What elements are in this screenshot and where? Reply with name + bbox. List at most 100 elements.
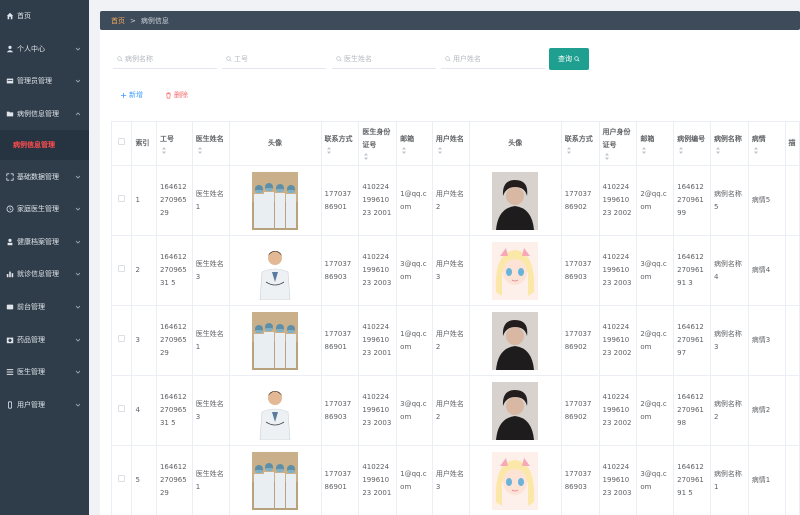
sort-icon[interactable] <box>640 146 648 155</box>
cell-job-no: 16461227096529 <box>155 305 193 376</box>
cell-user-email: 3@qq.com <box>636 445 675 515</box>
query-button[interactable]: 查询 <box>549 48 589 70</box>
cell-user-avatar[interactable] <box>468 235 562 306</box>
sidebar-item-family-doctor[interactable]: 家庭医生管理 <box>0 193 89 226</box>
doctors-group-photo <box>252 171 299 230</box>
col-doctor-name[interactable]: 医生姓名 <box>191 121 230 166</box>
sort-icon[interactable] <box>603 152 611 161</box>
breadcrumb-current: 病例信息 <box>140 16 169 25</box>
user-photo <box>492 241 539 300</box>
sort-icon[interactable] <box>160 146 168 155</box>
case-name-input[interactable] <box>125 55 215 63</box>
sidebar-item-admin[interactable]: 管理员管理 <box>0 65 89 98</box>
sidebar-item-label: 个人中心 <box>17 44 45 53</box>
cell-user-name: 用户姓名3 <box>431 235 470 306</box>
sidebar-item-user[interactable]: 用户管理 <box>0 389 89 422</box>
cell-doctor-email: 1@qq.com <box>396 165 433 236</box>
cell-user-avatar[interactable] <box>468 165 562 236</box>
cell-doctor-avatar[interactable] <box>228 375 322 446</box>
sort-icon[interactable] <box>565 146 573 155</box>
user-name-input[interactable] <box>453 55 543 63</box>
checkbox[interactable] <box>118 405 126 412</box>
cell-doctor-avatar[interactable] <box>228 235 322 306</box>
chevron-down-icon <box>75 78 81 84</box>
col-case-name[interactable]: 病例名称 <box>709 121 749 166</box>
col-user-phone[interactable]: 联系方式 <box>560 121 600 166</box>
sort-icon[interactable] <box>362 152 370 161</box>
sidebar: 首页 个人中心 管理员管理 病例信息管理 病例信息管理 基础数据管理 家庭医生管… <box>0 0 89 515</box>
delete-button[interactable]: 删除 <box>165 90 188 100</box>
clock-icon <box>5 205 14 214</box>
col-user-name[interactable]: 用户姓名 <box>431 121 470 166</box>
col-user-id[interactable]: 用户身份证号 <box>598 121 638 166</box>
doctor-photo <box>252 241 299 300</box>
checkbox[interactable] <box>118 265 126 272</box>
sort-icon[interactable] <box>400 146 408 155</box>
cell-user-email: 2@qq.com <box>636 375 675 446</box>
chevron-down-icon <box>75 239 81 245</box>
row-select[interactable] <box>111 165 133 236</box>
cell-user-phone: 17703786903 <box>560 235 600 306</box>
sidebar-item-doctor[interactable]: 医生管理 <box>0 356 89 389</box>
cell-user-avatar[interactable] <box>468 375 562 446</box>
col-doctor-email[interactable]: 邮箱 <box>396 121 433 166</box>
chevron-up-icon <box>75 111 81 117</box>
row-select[interactable] <box>111 305 133 376</box>
sidebar-item-home[interactable]: 首页 <box>0 0 89 33</box>
sidebar-item-health-record[interactable]: 健康档案管理 <box>0 226 89 259</box>
sidebar-item-medicine[interactable]: 药品管理 <box>0 323 89 356</box>
cell-user-id: 41022419961023 2002 <box>598 165 638 236</box>
sidebar-item-front-desk[interactable]: 前台管理 <box>0 291 89 324</box>
cell-user-avatar[interactable] <box>468 445 562 515</box>
chevron-down-icon <box>75 174 81 180</box>
cell-index: 2 <box>131 235 157 306</box>
sort-icon[interactable] <box>196 146 204 155</box>
doctor-name-input[interactable] <box>344 55 434 63</box>
sidebar-item-case-info[interactable]: 病例信息管理 <box>0 98 89 131</box>
col-doctor-phone[interactable]: 联系方式 <box>320 121 360 166</box>
col-doctor-id[interactable]: 医生身份证号 <box>358 121 398 166</box>
trash-icon <box>166 92 171 98</box>
cell-doctor-avatar[interactable] <box>228 445 322 515</box>
row-select[interactable] <box>111 375 133 446</box>
job-no-input[interactable] <box>234 55 324 63</box>
sidebar-item-label: 基础数据管理 <box>17 172 59 181</box>
col-label: 用户身份证号 <box>602 128 631 149</box>
col-case-no[interactable]: 病例编号 <box>673 121 711 166</box>
sort-icon[interactable] <box>752 146 760 155</box>
sidebar-subitem-case-info[interactable]: 病例信息管理 <box>0 130 89 161</box>
cell-doctor-phone: 17703786901 <box>320 445 360 515</box>
sort-icon[interactable] <box>714 146 722 155</box>
cell-user-avatar[interactable] <box>468 305 562 376</box>
col-user-email[interactable]: 邮箱 <box>636 121 675 166</box>
search-icon <box>117 55 123 64</box>
checkbox[interactable] <box>118 335 126 342</box>
sort-icon[interactable] <box>325 146 333 155</box>
col-label: 工号 <box>159 134 174 143</box>
breadcrumb-home[interactable]: 首页 <box>111 16 125 26</box>
cell-index: 5 <box>131 445 157 515</box>
cell-user-phone: 17703786903 <box>560 445 600 515</box>
select-all-checkbox[interactable] <box>111 121 133 166</box>
row-select[interactable] <box>111 235 133 306</box>
cell-doctor-avatar[interactable] <box>228 165 322 236</box>
col-label: 医生姓名 <box>195 134 224 143</box>
medicine-icon <box>5 335 14 344</box>
cell-index: 3 <box>131 305 157 376</box>
row-select[interactable] <box>111 445 133 515</box>
col-condition[interactable]: 病情 <box>747 121 786 166</box>
sort-icon[interactable] <box>436 146 444 155</box>
cell-extra <box>784 305 800 376</box>
sidebar-item-basic-data[interactable]: 基础数据管理 <box>0 160 89 193</box>
sort-icon[interactable] <box>677 146 685 155</box>
table-row: 1 16461227096529 医生姓名1 17703786901 41022… <box>111 165 800 236</box>
col-job-no[interactable]: 工号 <box>155 121 193 166</box>
checkbox[interactable] <box>118 195 126 202</box>
cell-doctor-avatar[interactable] <box>228 305 322 376</box>
add-button[interactable]: 新增 <box>120 90 143 100</box>
search-icon <box>226 55 232 64</box>
sidebar-item-profile[interactable]: 个人中心 <box>0 33 89 66</box>
checkbox[interactable] <box>118 475 126 482</box>
sidebar-item-visit-info[interactable]: 就诊信息管理 <box>0 258 89 291</box>
checkbox[interactable] <box>118 138 126 145</box>
